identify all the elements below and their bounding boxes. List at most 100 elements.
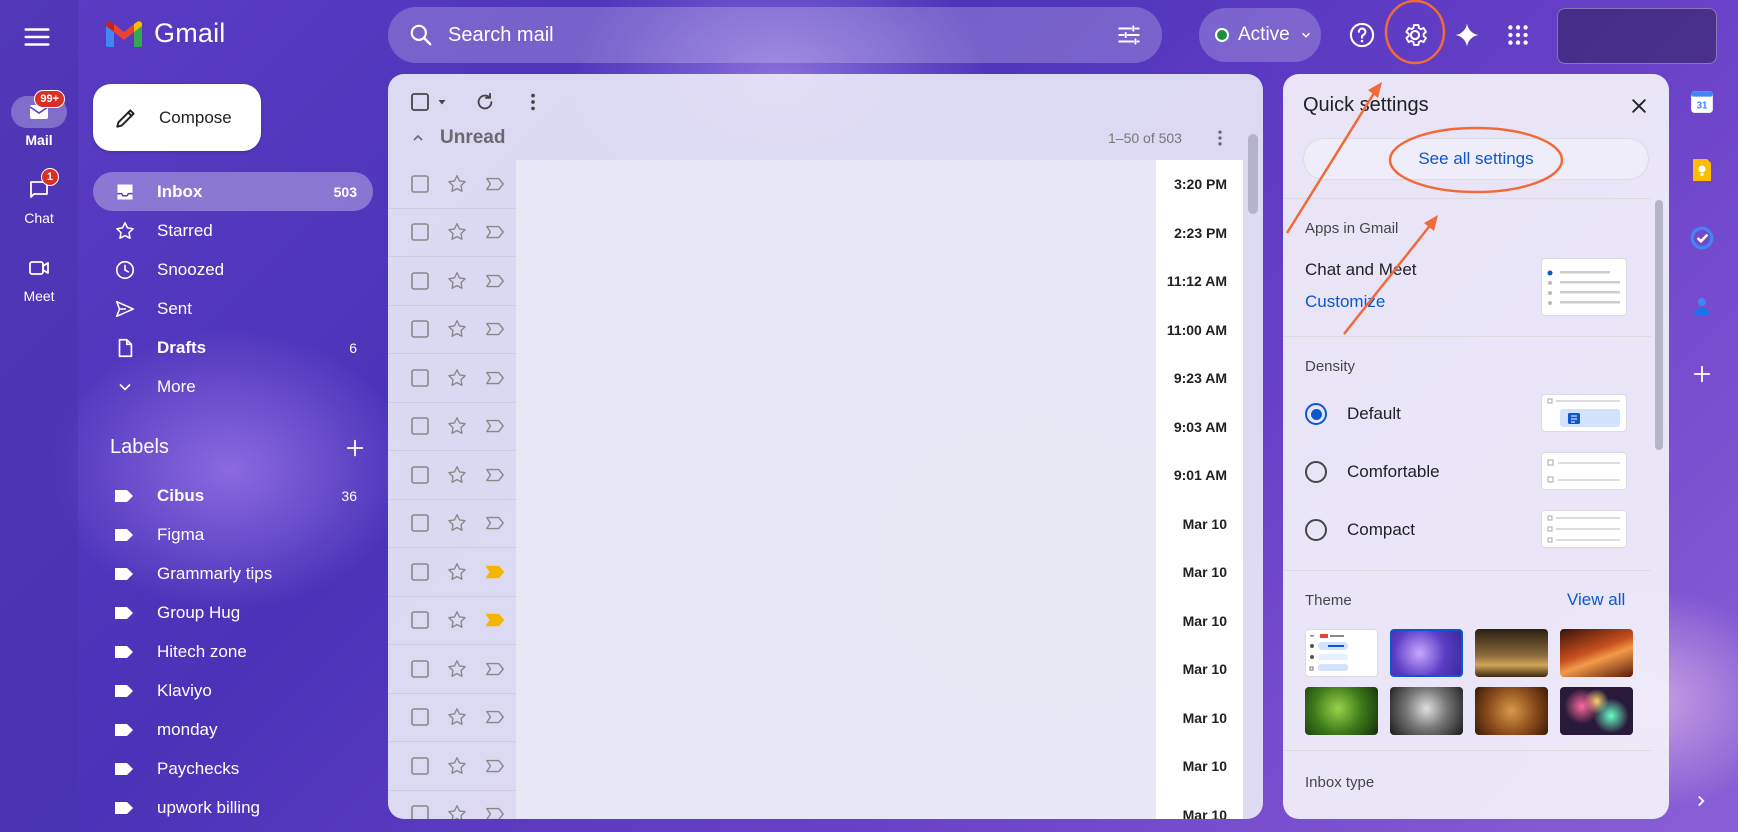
importance-marker-icon[interactable] [484, 611, 506, 629]
get-addons-button[interactable] [1680, 352, 1724, 396]
importance-marker-icon[interactable] [484, 417, 506, 435]
star-icon[interactable] [446, 318, 468, 340]
message-row[interactable]: 3:20 PM [388, 160, 1243, 209]
help-button[interactable] [1342, 15, 1382, 55]
message-row[interactable]: Mar 10 [388, 693, 1243, 742]
search-bar[interactable] [388, 7, 1162, 63]
label-item-monday[interactable]: monday [93, 710, 373, 749]
importance-marker-icon[interactable] [484, 369, 506, 387]
importance-marker-icon[interactable] [484, 466, 506, 484]
message-content-redacted[interactable] [516, 208, 1156, 257]
theme-canyon[interactable] [1560, 629, 1633, 677]
compose-button[interactable]: Compose [93, 84, 261, 151]
star-icon[interactable] [446, 561, 468, 583]
label-item-upwork-billing[interactable]: upwork billing [93, 788, 373, 827]
row-checkbox[interactable] [410, 416, 430, 436]
message-content-redacted[interactable] [516, 451, 1156, 500]
label-item-cibus[interactable]: Cibus 36 [93, 476, 373, 515]
nav-item-sent[interactable]: Sent [93, 289, 373, 328]
section-header-unread[interactable]: Unread 1–50 of 503 [388, 118, 1263, 158]
star-icon[interactable] [446, 706, 468, 728]
importance-marker-icon[interactable] [484, 708, 506, 726]
row-checkbox[interactable] [410, 659, 430, 679]
theme-leaf[interactable] [1305, 687, 1378, 735]
apps-button[interactable] [1498, 15, 1538, 55]
theme-default[interactable] [1305, 629, 1378, 677]
message-row[interactable]: Mar 10 [388, 499, 1243, 548]
theme-purple-jellyfish[interactable] [1390, 629, 1463, 677]
rail-item-chat[interactable]: 1 Chat [0, 168, 78, 226]
row-checkbox[interactable] [410, 756, 430, 776]
message-row[interactable]: 9:03 AM [388, 402, 1243, 451]
importance-marker-icon[interactable] [484, 223, 506, 241]
star-icon[interactable] [446, 415, 468, 437]
row-checkbox[interactable] [410, 368, 430, 388]
importance-marker-icon[interactable] [484, 660, 506, 678]
row-checkbox[interactable] [410, 562, 430, 582]
label-item-group-hug[interactable]: Group Hug [93, 593, 373, 632]
nav-item-starred[interactable]: Starred [93, 211, 373, 250]
main-menu-icon[interactable] [22, 22, 52, 52]
account-button[interactable] [1557, 8, 1717, 64]
contacts-app-button[interactable] [1680, 284, 1724, 328]
expand-side-panel-button[interactable] [1692, 792, 1710, 810]
see-all-settings-button[interactable]: See all settings [1303, 138, 1649, 180]
view-all-themes-link[interactable]: View all [1567, 590, 1625, 610]
message-content-redacted[interactable] [516, 548, 1156, 597]
nav-item-inbox[interactable]: Inbox 503 [93, 172, 373, 211]
message-content-redacted[interactable] [516, 499, 1156, 548]
message-content-redacted[interactable] [516, 645, 1156, 694]
rail-item-meet[interactable]: Meet [0, 252, 78, 304]
close-quick-settings-button[interactable] [1627, 94, 1651, 118]
nav-item-snoozed[interactable]: Snoozed [93, 250, 373, 289]
density-comfortable-radio[interactable] [1305, 461, 1327, 483]
message-content-redacted[interactable] [516, 693, 1156, 742]
message-row[interactable]: 9:23 AM [388, 354, 1243, 403]
row-checkbox[interactable] [410, 174, 430, 194]
message-content-redacted[interactable] [516, 305, 1156, 354]
density-compact-radio[interactable] [1305, 519, 1327, 541]
nav-item-more[interactable]: More [93, 367, 373, 406]
row-checkbox[interactable] [410, 707, 430, 727]
row-checkbox[interactable] [410, 319, 430, 339]
row-checkbox[interactable] [410, 222, 430, 242]
message-content-redacted[interactable] [516, 257, 1156, 306]
star-icon[interactable] [446, 464, 468, 486]
star-icon[interactable] [446, 221, 468, 243]
mail-list-scrollbar[interactable] [1248, 134, 1258, 214]
message-row[interactable]: Mar 10 [388, 742, 1243, 791]
theme-chess[interactable] [1475, 629, 1548, 677]
message-row[interactable]: Mar 10 [388, 596, 1243, 645]
star-icon[interactable] [446, 658, 468, 680]
star-icon[interactable] [446, 803, 468, 819]
search-icon[interactable] [408, 22, 434, 48]
star-icon[interactable] [446, 270, 468, 292]
message-row[interactable]: 2:23 PM [388, 208, 1243, 257]
more-vertical-icon[interactable] [522, 91, 544, 113]
status-selector[interactable]: Active [1199, 8, 1321, 62]
importance-marker-icon[interactable] [484, 514, 506, 532]
theme-bubbles[interactable] [1390, 687, 1463, 735]
theme-autumn-leaves[interactable] [1475, 687, 1548, 735]
message-content-redacted[interactable] [516, 160, 1156, 209]
density-default-radio[interactable] [1305, 403, 1327, 425]
message-row[interactable]: Mar 10 [388, 548, 1243, 597]
theme-bokeh[interactable] [1560, 687, 1633, 735]
importance-marker-icon[interactable] [484, 320, 506, 338]
add-label-icon[interactable] [344, 437, 366, 459]
star-icon[interactable] [446, 367, 468, 389]
message-row[interactable]: Mar 10 [388, 645, 1243, 694]
star-icon[interactable] [446, 512, 468, 534]
message-content-redacted[interactable] [516, 354, 1156, 403]
message-content-redacted[interactable] [516, 742, 1156, 791]
importance-marker-icon[interactable] [484, 805, 506, 819]
label-item-figma[interactable]: Figma [93, 515, 373, 554]
label-item-klaviyo[interactable]: Klaviyo [93, 671, 373, 710]
gmail-logo[interactable]: Gmail [104, 18, 226, 49]
tasks-app-button[interactable] [1680, 216, 1724, 260]
customize-link[interactable]: Customize [1305, 292, 1385, 312]
importance-marker-icon[interactable] [484, 757, 506, 775]
calendar-app-button[interactable]: 31 [1680, 80, 1724, 124]
select-all-checkbox[interactable] [410, 92, 448, 112]
row-checkbox[interactable] [410, 465, 430, 485]
